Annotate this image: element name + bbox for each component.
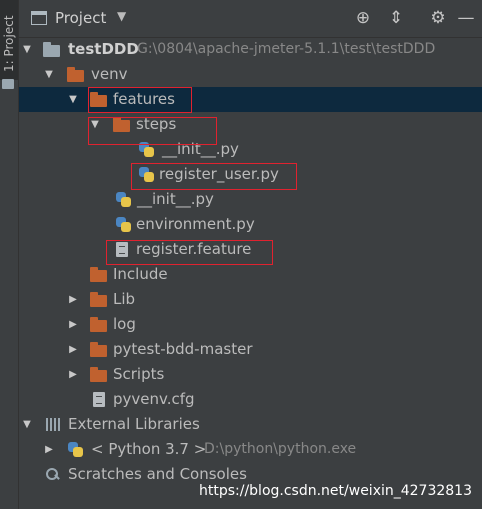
folder-icon [2, 79, 14, 89]
chevron-down-icon[interactable]: ▼ [21, 412, 33, 437]
tree-label-include: Include [113, 265, 168, 283]
highlight-box-features [88, 87, 192, 113]
tree-label-venv: venv [91, 65, 128, 83]
chevron-down-icon[interactable]: ▼ [117, 9, 126, 23]
tree-row-environment[interactable]: environment.py [19, 212, 482, 237]
tree-path-python-sdk: D:\python\python.exe [204, 441, 357, 457]
tree-row-features-init[interactable]: __init__.py [19, 187, 482, 212]
tree-row-testDDD[interactable]: ▼ testDDD G:\0804\apache-jmeter-5.1.1\te… [19, 37, 482, 62]
collapse-all-icon[interactable]: ⇕ [385, 7, 407, 29]
tree-label-environment: environment.py [136, 215, 255, 233]
chevron-right-icon[interactable]: ▶ [67, 362, 79, 387]
project-tree: ▼ testDDD G:\0804\apache-jmeter-5.1.1\te… [19, 37, 482, 509]
tree-row-pyvenv[interactable]: pyvenv.cfg [19, 387, 482, 412]
python-sdk-icon [67, 442, 85, 457]
project-window-icon [31, 11, 47, 25]
tree-label-python-sdk: < Python 3.7 > [91, 440, 207, 458]
hide-icon[interactable]: — [455, 7, 477, 29]
tree-row-external-libraries[interactable]: ▼ External Libraries [19, 412, 482, 437]
tree-label-external-libraries: External Libraries [68, 415, 200, 433]
project-tool-label: 1: Project [2, 15, 16, 72]
chevron-down-icon[interactable]: ▼ [43, 62, 55, 87]
folder-icon [67, 67, 85, 82]
folder-icon [90, 367, 108, 382]
tree-row-lib[interactable]: ▶ Lib [19, 287, 482, 312]
folder-icon [90, 342, 108, 357]
tree-row-scripts[interactable]: ▶ Scripts [19, 362, 482, 387]
tree-label-scripts: Scripts [113, 365, 165, 383]
project-tool-tab[interactable]: 1: Project [0, 0, 18, 80]
tree-row-include[interactable]: Include [19, 262, 482, 287]
chevron-right-icon[interactable]: ▶ [67, 312, 79, 337]
folder-icon [90, 317, 108, 332]
tree-label-pyvenv: pyvenv.cfg [113, 390, 195, 408]
project-header: Project ▼ ⊕ ⇕ ⚙ — [19, 0, 482, 38]
python-file-icon [115, 192, 133, 207]
python-file-icon [115, 217, 133, 232]
highlight-box-register-user [131, 163, 297, 190]
folder-icon [90, 292, 108, 307]
tree-label-lib: Lib [113, 290, 136, 308]
folder-icon [90, 267, 108, 282]
tree-row-venv[interactable]: ▼ venv [19, 62, 482, 87]
tree-label-features-init: __init__.py [137, 190, 214, 208]
config-file-icon [91, 392, 109, 407]
highlight-box-register-feature [106, 240, 273, 265]
chevron-right-icon[interactable]: ▶ [43, 437, 55, 462]
chevron-down-icon[interactable]: ▼ [21, 37, 33, 62]
scratches-icon [45, 467, 63, 482]
tree-label-testDDD: testDDD [68, 40, 139, 58]
locate-icon[interactable]: ⊕ [352, 7, 374, 29]
module-folder-icon [43, 42, 61, 57]
gear-icon[interactable]: ⚙ [427, 7, 449, 29]
chevron-right-icon[interactable]: ▶ [67, 287, 79, 312]
tree-row-log[interactable]: ▶ log [19, 312, 482, 337]
library-icon [45, 417, 63, 432]
tree-label-pytest-bdd: pytest-bdd-master [113, 340, 253, 358]
highlight-box-steps [88, 117, 217, 145]
tool-window-stripe: 1: Project [0, 0, 19, 509]
project-view-title[interactable]: Project [55, 9, 106, 27]
tree-label-log: log [113, 315, 136, 333]
tree-row-pytest-bdd[interactable]: ▶ pytest-bdd-master [19, 337, 482, 362]
chevron-right-icon[interactable]: ▶ [67, 337, 79, 362]
tree-path-testDDD: G:\0804\apache-jmeter-5.1.1\test\testDDD [137, 41, 436, 57]
chevron-down-icon[interactable]: ▼ [67, 87, 79, 112]
watermark-text: https://blog.csdn.net/weixin_42732813 [198, 483, 472, 499]
tree-row-python-sdk[interactable]: ▶ < Python 3.7 > D:\python\python.exe [19, 437, 482, 462]
